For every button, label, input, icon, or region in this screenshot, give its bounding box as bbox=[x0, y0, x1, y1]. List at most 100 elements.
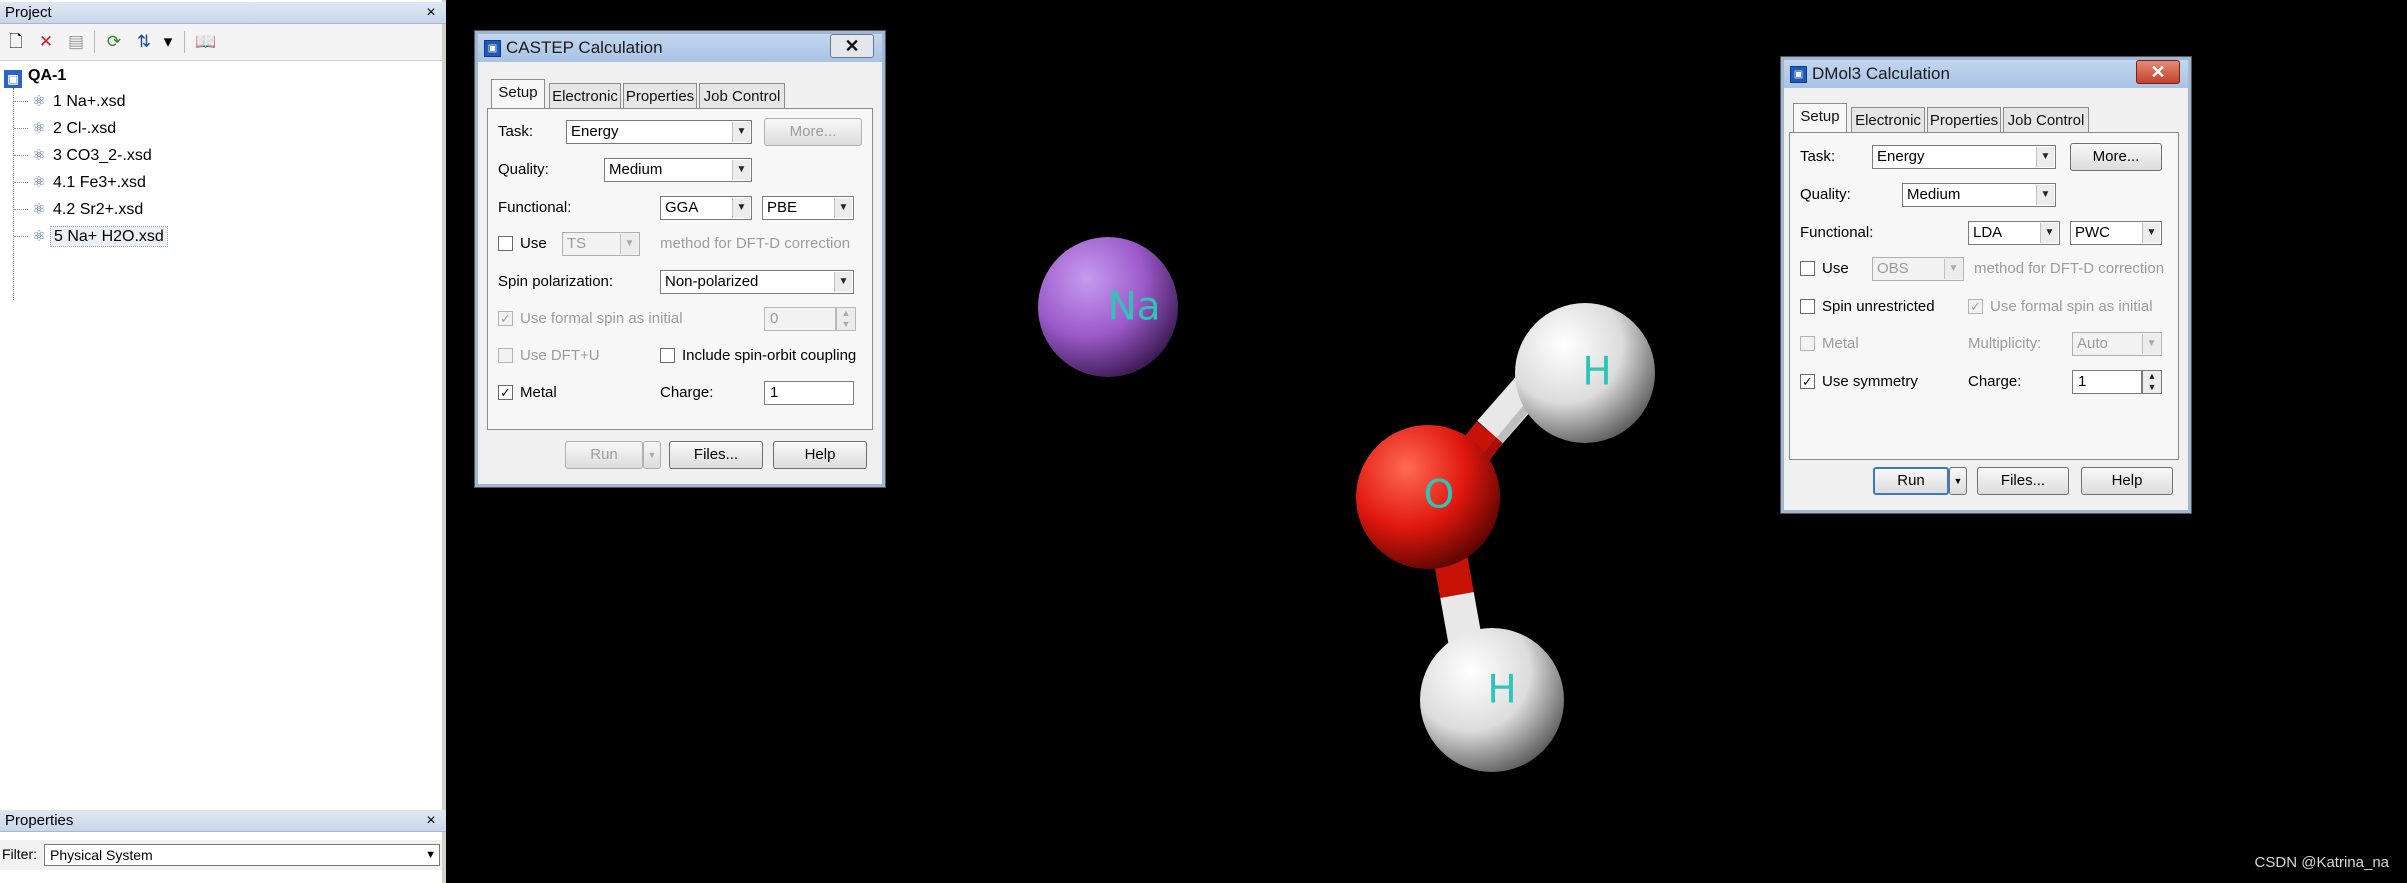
spin-polarization-label: Spin polarization: bbox=[498, 273, 614, 290]
chevron-down-icon: ▼ bbox=[732, 122, 750, 142]
charge-stepper[interactable]: ▲ ▼ bbox=[2142, 370, 2162, 394]
chevron-down-icon: ▼ bbox=[2036, 185, 2054, 205]
use-dispersion-checkbox[interactable] bbox=[498, 236, 513, 251]
tree-item-label: 1 Na+.xsd bbox=[53, 93, 126, 110]
atom-label-h: H bbox=[1487, 668, 1516, 713]
formal-spin-checkbox[interactable]: ✓ bbox=[1968, 299, 1983, 314]
sort-dropdown-icon[interactable]: ▾ bbox=[160, 31, 176, 53]
tree-item-selected[interactable]: ⚛ 5 Na+ H2O.xsd bbox=[14, 225, 168, 249]
functional-sub-select[interactable]: PBE ▼ bbox=[762, 196, 854, 220]
metal-label: Metal bbox=[520, 384, 557, 401]
tab-properties[interactable]: Properties bbox=[1927, 107, 2001, 133]
close-icon[interactable]: × bbox=[422, 810, 440, 831]
more-button[interactable]: More... bbox=[764, 118, 862, 146]
multiplicity-select[interactable]: Auto ▼ bbox=[2072, 332, 2162, 356]
formal-spin-input[interactable]: 0 bbox=[764, 307, 836, 331]
tab-job-control[interactable]: Job Control bbox=[699, 83, 785, 109]
refresh-icon[interactable]: ⟳ bbox=[102, 31, 126, 53]
new-document-icon[interactable]: 🗋 bbox=[4, 31, 28, 53]
functional-value: GGA bbox=[665, 199, 699, 216]
formal-spin-stepper[interactable]: ▲ ▼ bbox=[836, 307, 856, 331]
toolbar-separator bbox=[184, 31, 185, 53]
chevron-down-icon: ▼ bbox=[2036, 147, 2054, 167]
filter-label: Filter: bbox=[2, 846, 37, 862]
tree-item[interactable]: ⚛ 3 CO3_2-.xsd bbox=[14, 144, 155, 168]
use-dispersion-checkbox[interactable] bbox=[1800, 261, 1815, 276]
formal-spin-checkbox[interactable]: ✓ bbox=[498, 311, 513, 326]
watermark: CSDN @Katrina_na bbox=[2254, 854, 2389, 871]
files-button[interactable]: Files... bbox=[669, 441, 763, 469]
task-select[interactable]: Energy ▼ bbox=[566, 120, 752, 144]
tab-setup[interactable]: Setup bbox=[1793, 103, 1847, 133]
spin-unrestricted-checkbox[interactable] bbox=[1800, 299, 1815, 314]
functional-sub-select[interactable]: PWC ▼ bbox=[2070, 221, 2162, 245]
project-panel-header: Project × bbox=[0, 2, 446, 24]
spin-orbit-checkbox[interactable] bbox=[660, 348, 675, 363]
dispersion-select[interactable]: TS ▼ bbox=[562, 232, 640, 256]
dmol3-title-bar[interactable]: ▣ DMol3 Calculation ✕ bbox=[1784, 60, 2188, 88]
spin-polarization-value: Non-polarized bbox=[665, 273, 759, 290]
tab-setup[interactable]: Setup bbox=[491, 79, 545, 109]
tree-root[interactable]: ▣ QA-1 bbox=[4, 64, 66, 88]
use-symmetry-checkbox[interactable]: ✓ bbox=[1800, 374, 1815, 389]
task-select[interactable]: Energy ▼ bbox=[1872, 145, 2056, 169]
spin-polarization-select[interactable]: Non-polarized ▼ bbox=[660, 270, 854, 294]
chevron-down-icon: ▼ bbox=[732, 198, 750, 218]
atom-na[interactable]: Na bbox=[1038, 237, 1178, 377]
functional-select[interactable]: LDA ▼ bbox=[1968, 221, 2060, 245]
tree-item[interactable]: ⚛ 2 Cl-.xsd bbox=[14, 117, 119, 141]
chevron-down-icon: ▼ bbox=[2040, 223, 2058, 243]
formal-spin-label: Use formal spin as initial bbox=[1990, 298, 2153, 315]
functional-select[interactable]: GGA ▼ bbox=[660, 196, 752, 220]
metal-checkbox[interactable]: ✓ bbox=[498, 385, 513, 400]
files-button[interactable]: Files... bbox=[1977, 467, 2069, 495]
metal-checkbox[interactable] bbox=[1800, 336, 1815, 351]
castep-title-bar[interactable]: ▣ CASTEP Calculation ✕ bbox=[478, 34, 882, 62]
run-button[interactable]: Run bbox=[1873, 467, 1949, 495]
tree-item[interactable]: ⚛ 4.2 Sr2+.xsd bbox=[14, 198, 146, 222]
atom-h-lower[interactable]: H bbox=[1420, 628, 1564, 772]
atom-o[interactable]: O bbox=[1356, 425, 1500, 569]
chevron-down-icon: ▼ bbox=[425, 849, 436, 861]
book-icon[interactable]: 📖 bbox=[194, 31, 218, 53]
quality-select[interactable]: Medium ▼ bbox=[1902, 183, 2056, 207]
help-button[interactable]: Help bbox=[2081, 467, 2173, 495]
dispersion-select[interactable]: OBS ▼ bbox=[1872, 257, 1964, 281]
delete-icon[interactable]: ✕ bbox=[34, 31, 58, 53]
run-button[interactable]: Run bbox=[565, 441, 643, 469]
run-dropdown-icon[interactable]: ▼ bbox=[643, 441, 661, 469]
functional-value: LDA bbox=[1973, 224, 2003, 241]
tab-properties[interactable]: Properties bbox=[623, 83, 697, 109]
dmol3-dialog: ▣ DMol3 Calculation ✕ Setup Electronic P… bbox=[1780, 56, 2192, 514]
close-icon[interactable]: ✕ bbox=[830, 34, 874, 58]
task-label: Task: bbox=[498, 123, 534, 140]
atom-h-upper[interactable]: H bbox=[1515, 303, 1655, 443]
dft-u-checkbox[interactable] bbox=[498, 348, 513, 363]
molecule-icon: ⚛ bbox=[32, 93, 46, 110]
filter-select[interactable]: Physical System ▼ bbox=[44, 844, 440, 866]
tab-job-control[interactable]: Job Control bbox=[2003, 107, 2089, 133]
tree-item[interactable]: ⚛ 1 Na+.xsd bbox=[14, 90, 128, 114]
molecule-icon: ⚛ bbox=[32, 120, 46, 137]
task-value: Energy bbox=[571, 123, 619, 140]
use-label: Use bbox=[520, 235, 547, 252]
functional-sub-value: PWC bbox=[2075, 224, 2110, 241]
properties-icon[interactable]: ▤ bbox=[64, 31, 88, 53]
tab-electronic[interactable]: Electronic bbox=[1851, 107, 1925, 133]
multiplicity-value: Auto bbox=[2077, 335, 2108, 352]
close-icon[interactable]: × bbox=[422, 2, 440, 23]
run-dropdown-icon[interactable]: ▼ bbox=[1949, 467, 1967, 495]
more-button[interactable]: More... bbox=[2070, 143, 2162, 171]
charge-input[interactable]: 1 bbox=[764, 381, 854, 405]
castep-dialog: ▣ CASTEP Calculation ✕ Setup Electronic … bbox=[474, 30, 886, 488]
quality-value: Medium bbox=[609, 161, 663, 178]
charge-input[interactable]: 1 bbox=[2072, 370, 2142, 394]
dispersion-value: OBS bbox=[1877, 260, 1909, 277]
tab-electronic[interactable]: Electronic bbox=[549, 83, 621, 109]
task-value: Energy bbox=[1877, 148, 1925, 165]
help-button[interactable]: Help bbox=[773, 441, 867, 469]
quality-select[interactable]: Medium ▼ bbox=[604, 158, 752, 182]
close-icon[interactable]: ✕ bbox=[2136, 60, 2180, 84]
tree-item[interactable]: ⚛ 4.1 Fe3+.xsd bbox=[14, 171, 149, 195]
sort-icon[interactable]: ⇅ bbox=[132, 31, 156, 53]
